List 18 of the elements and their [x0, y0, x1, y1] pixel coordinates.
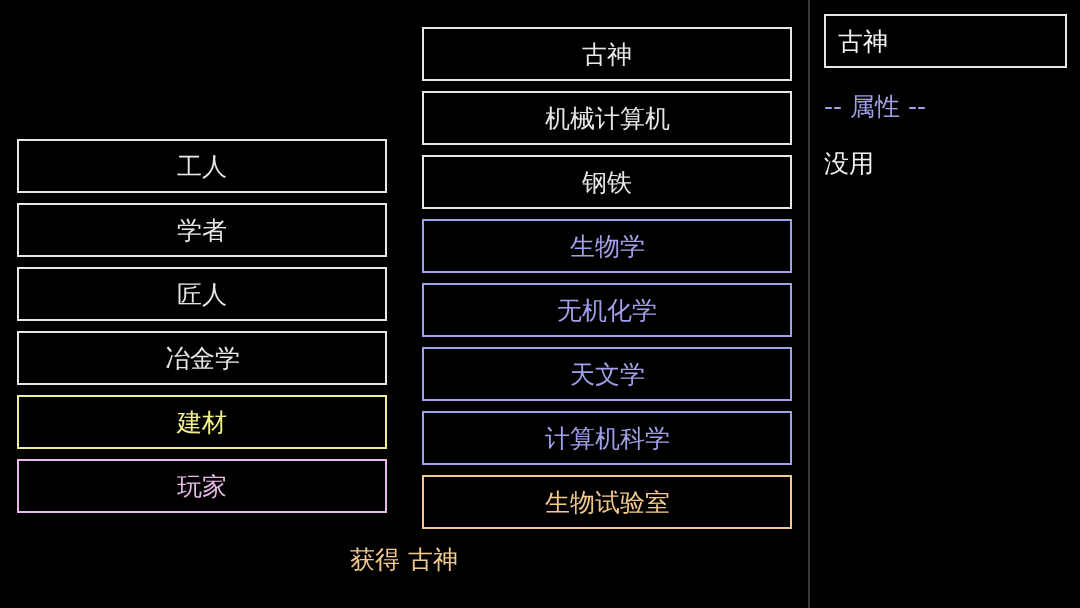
attribute-text: 没用 [824, 148, 874, 180]
item-card[interactable]: 冶金学 [17, 331, 387, 385]
item-card[interactable]: 机械计算机 [422, 91, 792, 145]
item-card[interactable]: 计算机科学 [422, 411, 792, 465]
status-message: 获得 古神 [350, 544, 458, 576]
item-card[interactable]: 古神 [422, 27, 792, 81]
item-card[interactable]: 钢铁 [422, 155, 792, 209]
item-card[interactable]: 天文学 [422, 347, 792, 401]
item-card[interactable]: 工人 [17, 139, 387, 193]
item-card[interactable]: 匠人 [17, 267, 387, 321]
item-card[interactable]: 建材 [17, 395, 387, 449]
item-card[interactable]: 无机化学 [422, 283, 792, 337]
details-title: 古神 [824, 14, 1067, 68]
section-heading: -- 属性 -- [824, 91, 926, 123]
item-card[interactable]: 生物学 [422, 219, 792, 273]
item-card[interactable]: 学者 [17, 203, 387, 257]
item-card[interactable]: 生物试验室 [422, 475, 792, 529]
item-card[interactable]: 玩家 [17, 459, 387, 513]
